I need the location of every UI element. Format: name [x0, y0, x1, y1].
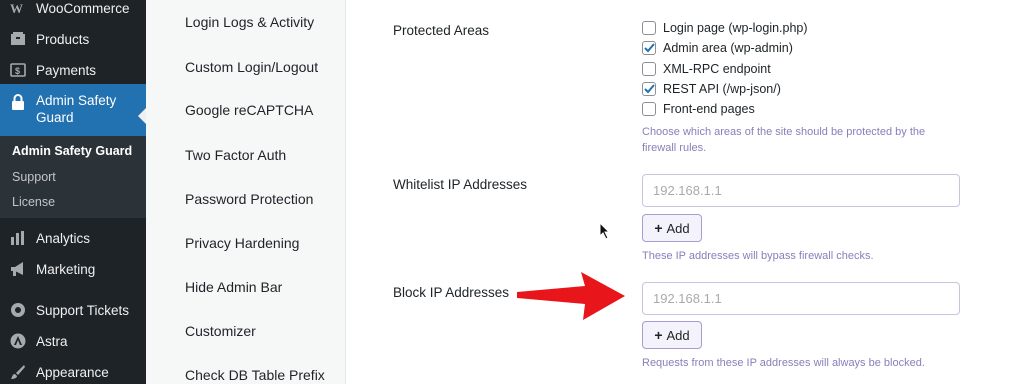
whitelist-add-button[interactable]: + Add [642, 214, 702, 242]
checkbox-box[interactable] [642, 102, 656, 116]
nav-item-custom-login-logout[interactable]: Custom Login/Logout [185, 59, 318, 75]
sidebar-item-label: Analytics [36, 230, 91, 246]
annotation-arrow-icon [517, 272, 625, 320]
block-ip-input[interactable] [642, 282, 960, 315]
sidebar-item-appearance[interactable]: Appearance [0, 361, 146, 383]
protected-areas-help-line1: Choose which areas of the site should be… [642, 126, 926, 138]
whitelist-label: Whitelist IP Addresses [393, 177, 528, 192]
sidebar-item-label: Astra [36, 333, 68, 349]
checkbox-admin-area[interactable]: Admin area (wp-admin) [642, 41, 793, 55]
checkbox-rest-api[interactable]: REST API (/wp-json/) [642, 82, 781, 96]
tickets-icon [8, 300, 28, 320]
sidebar-item-label: Payments [36, 62, 97, 78]
whitelist-ip-input[interactable] [642, 174, 960, 207]
plus-icon: + [654, 220, 663, 236]
block-label: Block IP Addresses [393, 285, 510, 300]
firewall-settings-panel: Protected Areas Login page (wp-login.php… [346, 0, 1024, 384]
checkbox-label: Front-end pages [663, 102, 755, 116]
block-add-button[interactable]: + Add [642, 321, 702, 349]
astra-icon [8, 331, 28, 351]
sidebar-item-label: Products [36, 31, 90, 47]
nav-item-login-logs[interactable]: Login Logs & Activity [185, 14, 314, 30]
nav-item-google-recaptcha[interactable]: Google reCAPTCHA [185, 102, 313, 118]
checkbox-box[interactable] [642, 82, 656, 96]
protected-areas-help-line2: firewall rules. [642, 142, 707, 154]
sidebar-item-marketing[interactable]: Marketing [0, 258, 146, 280]
checkbox-label: Admin area (wp-admin) [663, 41, 793, 55]
sidebar-item-label: Support Tickets [36, 302, 130, 318]
sidebar-item-label: Marketing [36, 261, 96, 277]
checkbox-box[interactable] [642, 41, 656, 55]
checkbox-login-page[interactable]: Login page (wp-login.php) [642, 21, 808, 35]
add-button-label: Add [666, 327, 690, 343]
sidebar-item-label: WooCommerce [36, 0, 130, 16]
plus-icon: + [654, 327, 663, 343]
active-menu-arrow [138, 108, 146, 124]
submenu-item-license[interactable]: License [12, 195, 55, 209]
sidebar-item-payments[interactable]: $ Payments [0, 59, 146, 81]
nav-item-two-factor-auth[interactable]: Two Factor Auth [185, 147, 286, 163]
svg-text:$: $ [15, 66, 20, 76]
analytics-icon [8, 228, 28, 248]
nav-item-password-protection[interactable]: Password Protection [185, 191, 313, 207]
woocommerce-icon: W [8, 0, 28, 18]
checkbox-xml-rpc[interactable]: XML-RPC endpoint [642, 62, 771, 76]
svg-text:W: W [10, 2, 23, 14]
admin-sidebar: W WooCommerce Products $ Payments Admin … [0, 0, 146, 384]
sidebar-item-support-tickets[interactable]: Support Tickets [0, 299, 146, 321]
megaphone-icon [8, 259, 28, 279]
checkbox-front-end[interactable]: Front-end pages [642, 102, 755, 116]
protected-areas-label: Protected Areas [393, 23, 490, 38]
checkmark-icon [643, 43, 655, 53]
payments-icon: $ [8, 60, 28, 80]
nav-item-customizer[interactable]: Customizer [185, 323, 256, 339]
whitelist-help: These IP addresses will bypass firewall … [642, 250, 874, 262]
nav-item-check-db-table-prefix[interactable]: Check DB Table Prefix [185, 367, 325, 383]
mouse-cursor-icon [599, 222, 611, 240]
checkbox-label: REST API (/wp-json/) [663, 82, 781, 96]
block-help: Requests from these IP addresses will al… [642, 357, 925, 369]
sidebar-item-products[interactable]: Products [0, 28, 146, 50]
nav-item-privacy-hardening[interactable]: Privacy Hardening [185, 235, 299, 251]
submenu-item-support[interactable]: Support [12, 170, 56, 184]
sidebar-item-label: Admin Safety Guard [36, 93, 117, 125]
submenu-item-admin-safety-guard[interactable]: Admin Safety Guard [12, 144, 132, 158]
checkbox-box[interactable] [642, 62, 656, 76]
checkbox-box[interactable] [642, 21, 656, 35]
sidebar-item-label: Appearance [36, 364, 109, 380]
checkbox-label: XML-RPC endpoint [663, 62, 771, 76]
lock-icon [8, 92, 28, 112]
sidebar-item-admin-safety-guard[interactable]: Admin Safety Guard [0, 84, 146, 136]
sidebar-item-astra[interactable]: Astra [0, 330, 146, 352]
products-icon [8, 29, 28, 49]
sidebar-item-woocommerce[interactable]: W WooCommerce [0, 0, 146, 19]
brush-icon [8, 362, 28, 382]
sidebar-submenu: Admin Safety Guard Support License [0, 136, 146, 218]
sidebar-item-analytics[interactable]: Analytics [0, 227, 146, 249]
checkbox-label: Login page (wp-login.php) [663, 21, 808, 35]
plugin-settings-nav: Login Logs & Activity Custom Login/Logou… [146, 0, 346, 384]
add-button-label: Add [666, 220, 690, 236]
nav-item-hide-admin-bar[interactable]: Hide Admin Bar [185, 279, 282, 295]
checkmark-icon [643, 84, 655, 94]
